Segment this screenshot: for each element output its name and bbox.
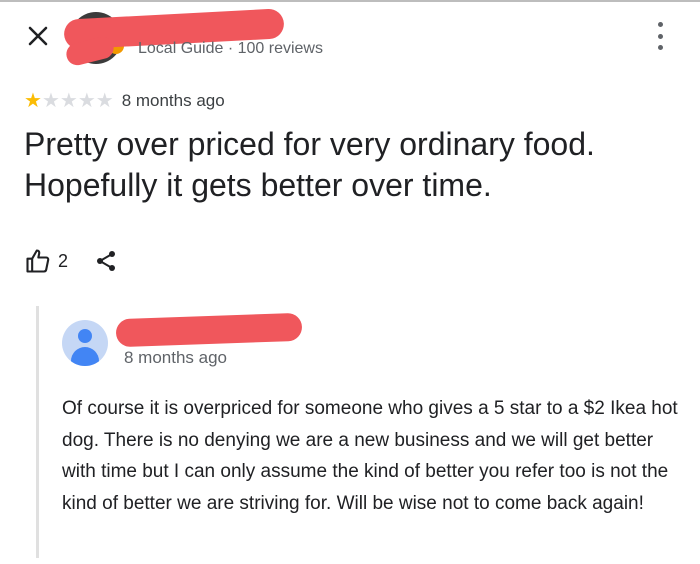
rating-row: ★ ★ ★ ★ ★ 8 months ago: [24, 90, 225, 112]
review-time: 8 months ago: [121, 91, 225, 110]
more-options-button[interactable]: [650, 22, 670, 50]
star-icon: ★: [59, 90, 78, 112]
star-icon: ★: [41, 90, 60, 112]
share-icon: [97, 251, 116, 271]
review-actions: 2: [24, 246, 118, 276]
like-count: 2: [58, 250, 69, 271]
thumb-up-icon: [26, 249, 50, 273]
owner-reply-time: 8 months ago: [124, 348, 228, 367]
top-border: [0, 0, 700, 2]
star-icon: ★: [77, 90, 96, 112]
star-icon: ★: [24, 90, 42, 112]
owner-reply-text: Of course it is overpriced for someone w…: [62, 398, 678, 514]
more-vert-icon: [657, 22, 663, 27]
share-button[interactable]: [94, 249, 118, 273]
like-button[interactable]: 2: [24, 247, 68, 275]
close-icon: [28, 26, 48, 46]
review-text: Pretty over priced for very ordinary foo…: [24, 126, 595, 203]
owner-avatar[interactable]: [62, 320, 108, 366]
star-icon: ★: [95, 90, 114, 112]
reviewer-meta: Local Guide · 100 reviews: [138, 40, 323, 57]
close-button[interactable]: [24, 22, 52, 50]
